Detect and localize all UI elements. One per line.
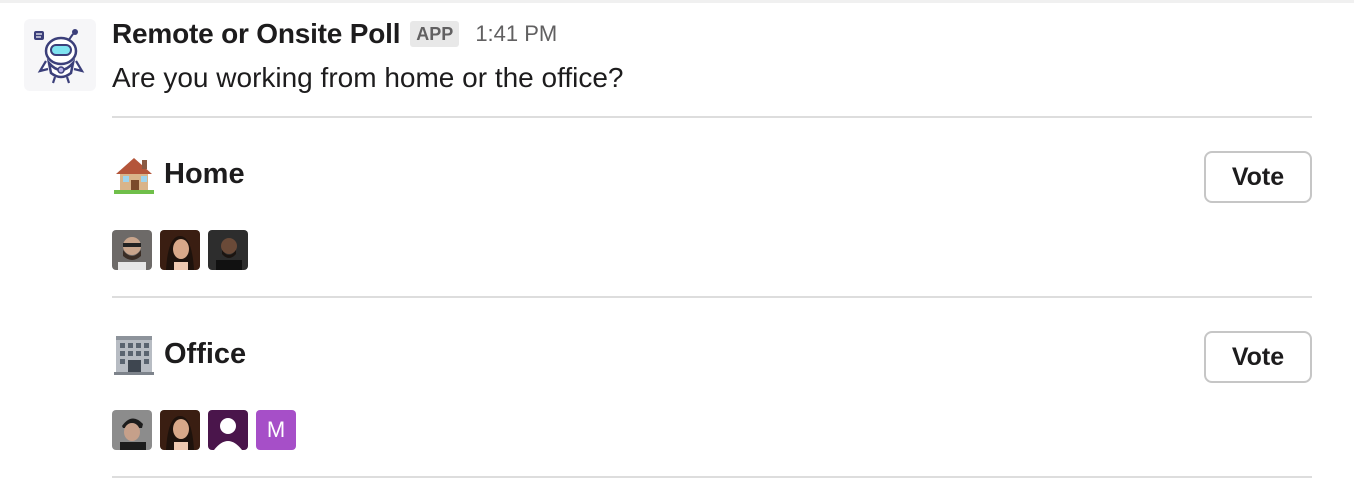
vote-button-home[interactable]: Vote <box>1204 151 1312 203</box>
divider <box>112 476 1312 478</box>
option-label: Home <box>164 157 245 190</box>
poll-option-home: Home Vote <box>112 118 1312 296</box>
house-icon <box>112 152 156 196</box>
voter-avatar[interactable] <box>112 410 152 450</box>
message-content: Remote or Onsite Poll APP 1:41 PM Are yo… <box>112 14 1312 478</box>
app-name[interactable]: Remote or Onsite Poll <box>112 18 400 50</box>
voter-avatar[interactable] <box>208 230 248 270</box>
voter-avatar[interactable] <box>160 410 200 450</box>
app-badge: APP <box>410 21 460 47</box>
office-building-icon <box>112 332 156 376</box>
vote-button-office[interactable]: Vote <box>1204 331 1312 383</box>
voter-list <box>112 230 248 270</box>
app-avatar[interactable] <box>24 19 96 91</box>
option-title: Office <box>112 332 246 376</box>
top-border <box>0 0 1354 3</box>
option-label: Office <box>164 337 247 370</box>
voter-avatar[interactable] <box>160 230 200 270</box>
voter-list: M <box>112 410 296 450</box>
timestamp[interactable]: 1:41 PM <box>475 21 557 47</box>
voter-avatar-letter[interactable]: M <box>256 410 296 450</box>
robot-astronaut-icon <box>34 29 85 84</box>
voter-avatar[interactable] <box>112 230 152 270</box>
voter-avatar-placeholder[interactable] <box>208 410 248 450</box>
poll-question: Are you working from home or the office? <box>112 62 624 93</box>
option-title: Home <box>112 152 245 196</box>
poll-option-office: Office Vote M <box>112 298 1312 476</box>
message-header: Remote or Onsite Poll APP 1:41 PM <box>112 14 1312 54</box>
